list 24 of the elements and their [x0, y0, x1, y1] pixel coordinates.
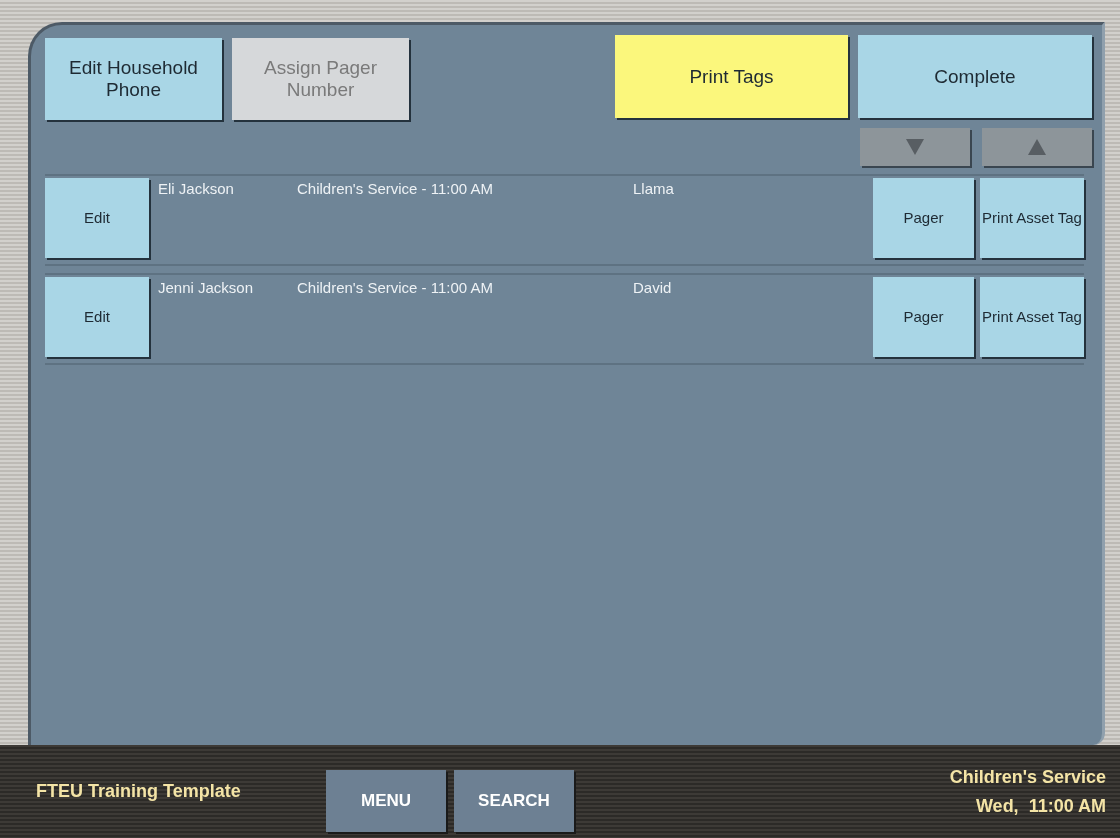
up-triangle-icon [1028, 139, 1046, 155]
group-cell-text: David [633, 278, 673, 296]
edit-button[interactable]: Edit [45, 178, 149, 258]
down-triangle-icon [906, 139, 924, 155]
pager-button[interactable]: Pager [873, 178, 974, 258]
pager-button[interactable]: Pager [873, 277, 974, 357]
service-cell-text: Children's Service - 11:00 AM [297, 278, 494, 296]
scroll-down-button[interactable] [860, 128, 970, 166]
toolbar-button[interactable]: Complete [858, 35, 1092, 118]
edit-button[interactable]: Edit [45, 277, 149, 357]
scroll-up-button[interactable] [982, 128, 1092, 166]
footer-button[interactable]: SEARCH [454, 769, 574, 832]
toolbar-button[interactable]: Edit Household Phone [45, 38, 222, 120]
footer-button[interactable]: MENU [326, 769, 446, 832]
date-time: Wed, 11:00 AM [975, 795, 1106, 817]
name-cell-text: Eli Jackson [158, 179, 235, 197]
group-cell-text: Llama [633, 179, 675, 197]
service-name: Children's Service [949, 766, 1106, 788]
print-asset-tag-button[interactable]: Print Asset Tag [980, 277, 1084, 357]
toolbar-button[interactable]: Print Tags [615, 35, 848, 118]
name-cell-text: Jenni Jackson [158, 278, 255, 296]
station-name: FTEU Training Template [36, 779, 242, 803]
print-asset-tag-button[interactable]: Print Asset Tag [980, 178, 1084, 258]
service-cell-text: Children's Service - 11:00 AM [297, 179, 494, 197]
